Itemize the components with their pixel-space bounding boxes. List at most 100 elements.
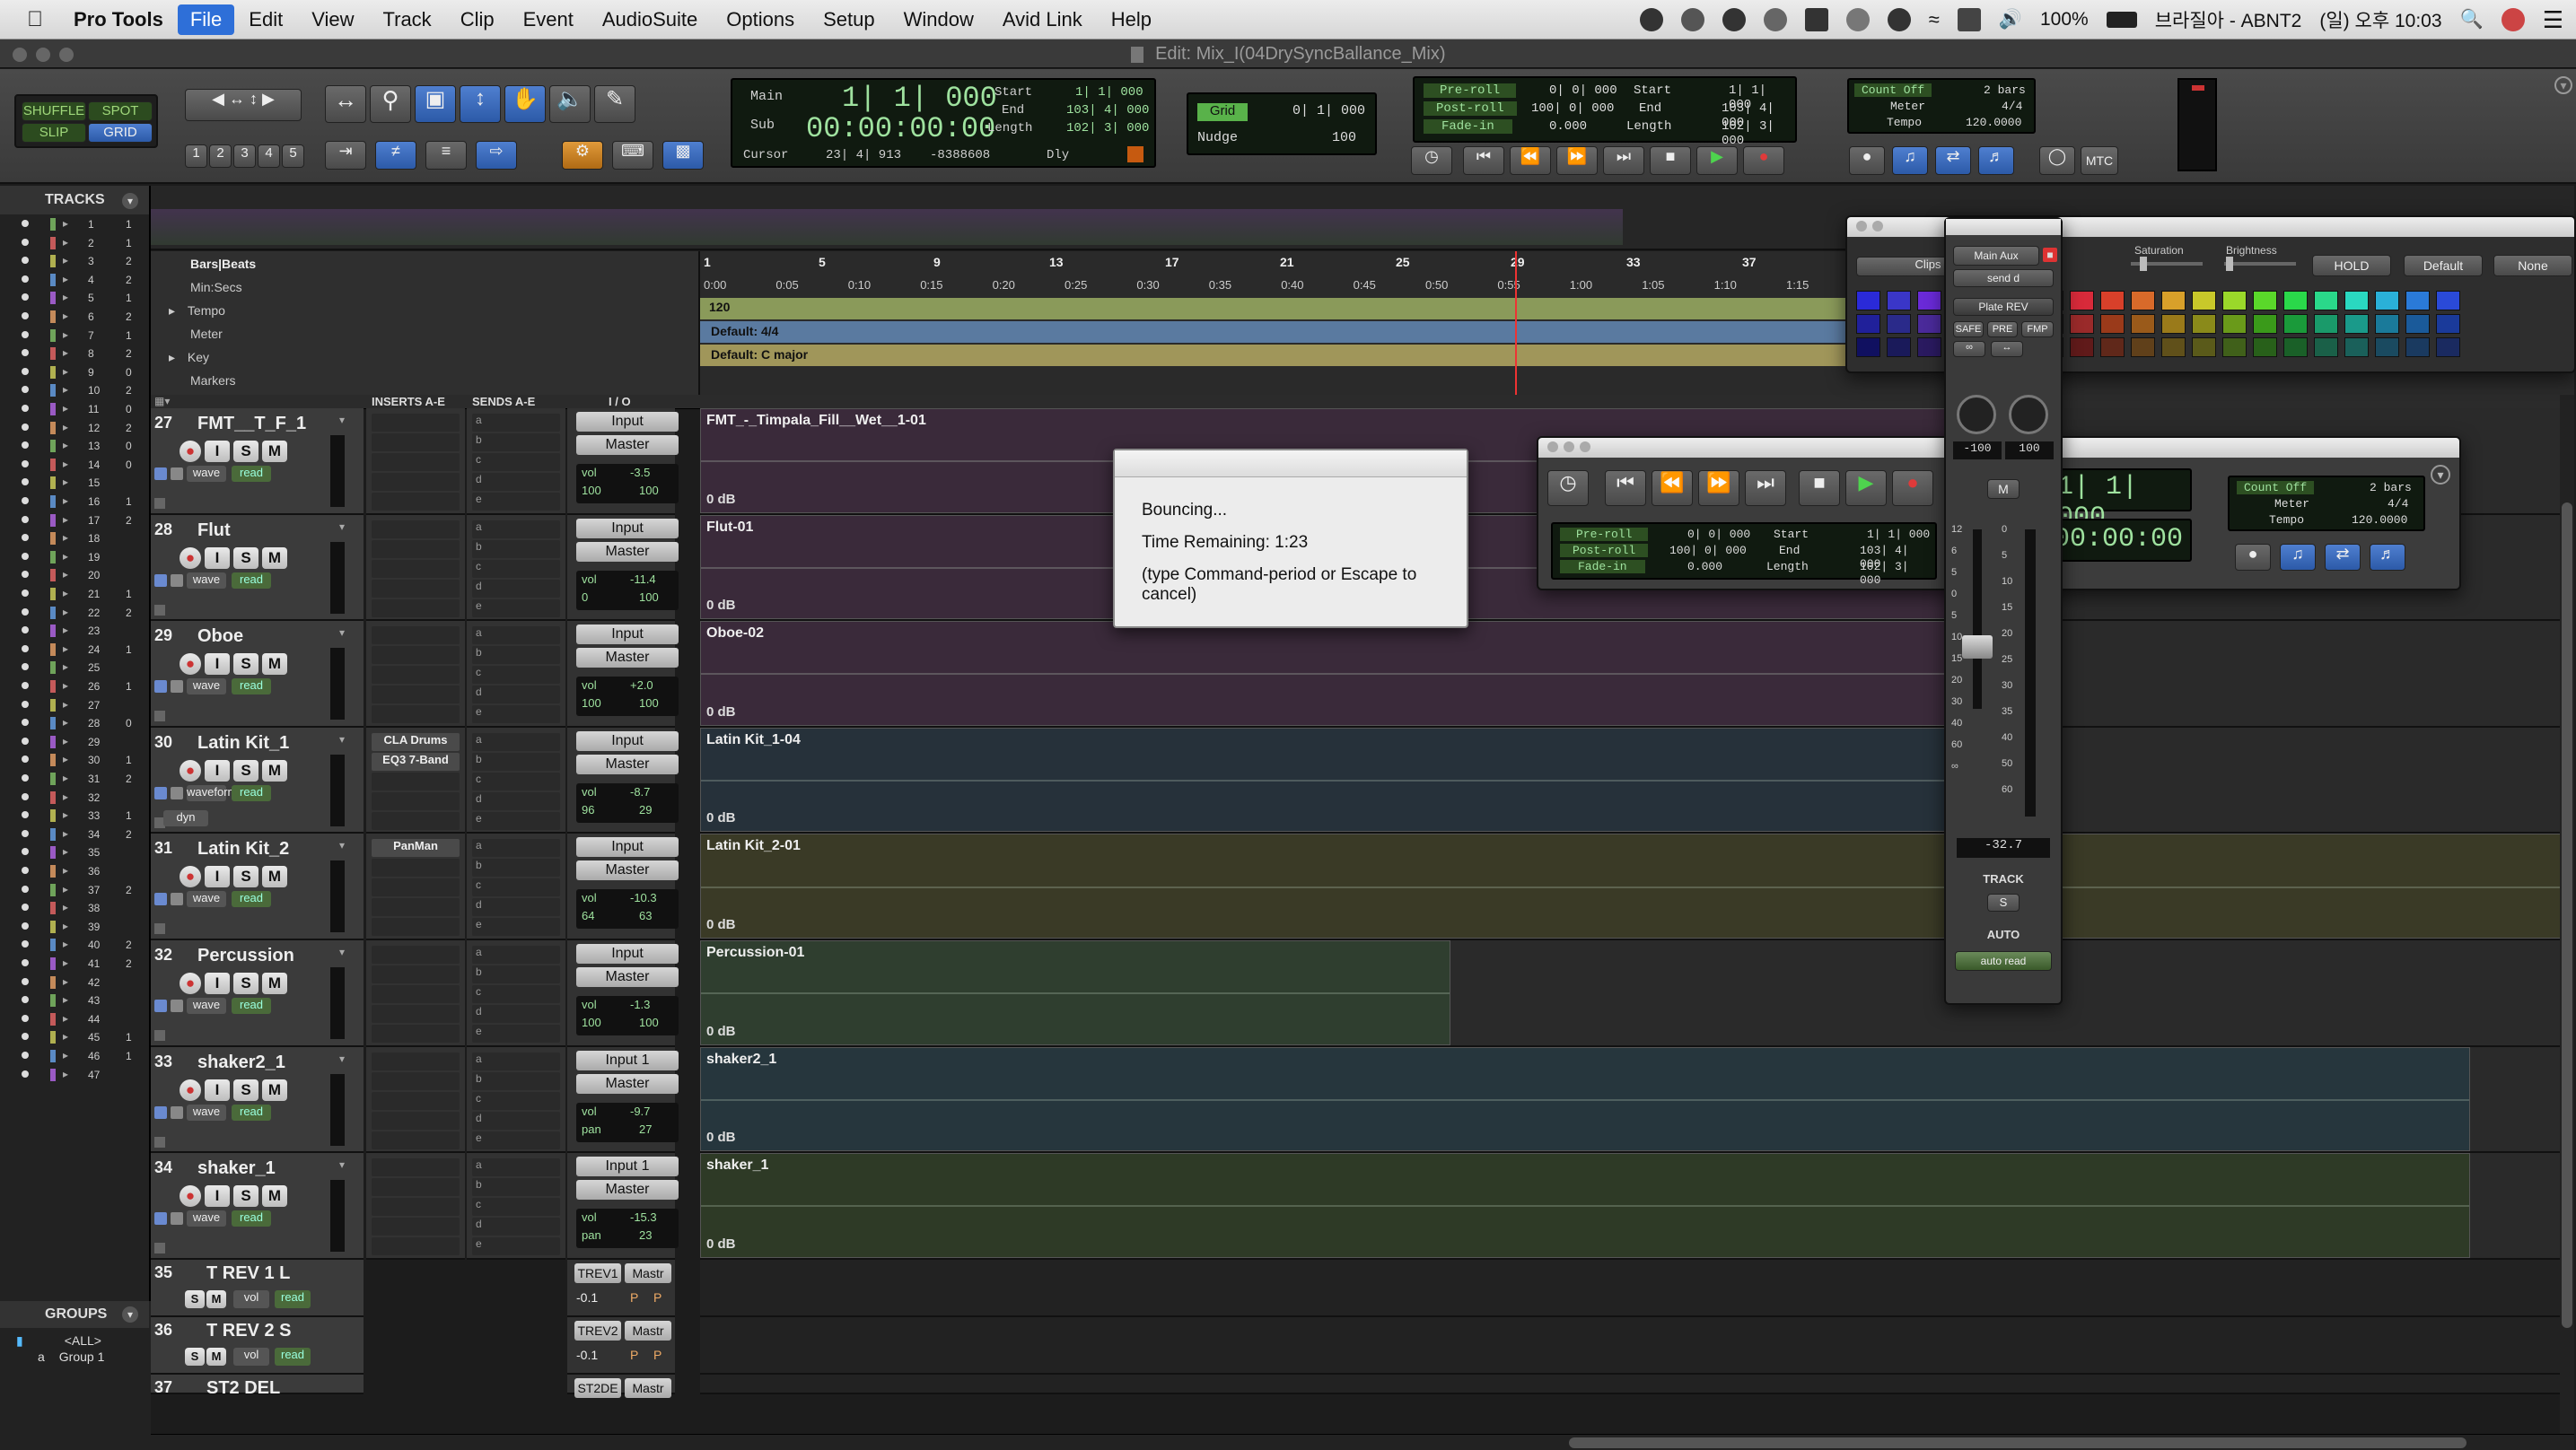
send-slot[interactable]: d (472, 791, 560, 810)
track-expand-icon[interactable]: ▸ (63, 291, 68, 303)
menu-audiosuite[interactable]: AudioSuite (588, 8, 712, 31)
color-swatch[interactable] (1887, 314, 1911, 334)
send-slot[interactable]: e (472, 1237, 560, 1256)
track-list-item[interactable]: ▸ 21 1 (0, 587, 149, 601)
magnifier-tool-icon[interactable]: ⚲ (370, 85, 411, 123)
track-name[interactable]: Latin Kit_2 (197, 839, 332, 860)
track-expand-icon[interactable]: ▸ (63, 365, 68, 378)
track-list-item[interactable]: ▸ 27 (0, 698, 149, 712)
color-swatch[interactable] (2222, 291, 2247, 310)
track-visible-dot[interactable] (22, 700, 29, 708)
playlist-icon[interactable] (154, 893, 167, 906)
track-visible-dot[interactable] (22, 386, 29, 394)
send-mute-button[interactable]: M (1987, 479, 2020, 499)
solo-button[interactable]: S (233, 1079, 258, 1101)
track-list-item[interactable]: ▸ 17 2 (0, 513, 149, 528)
track-visible-dot[interactable] (22, 478, 29, 486)
clip-gain[interactable]: 0 dB (706, 1130, 736, 1145)
output-selector[interactable]: Master (576, 1180, 679, 1201)
track-view-selector[interactable]: wave (187, 1104, 226, 1121)
track-view-settings-icon[interactable] (171, 786, 183, 799)
color-swatch[interactable] (2161, 291, 2186, 310)
track-expand-icon[interactable]: ▸ (63, 753, 68, 765)
record-enable-icon[interactable]: ● (180, 973, 201, 994)
aux-pan-p2[interactable]: P (653, 1290, 662, 1305)
stop-icon[interactable]: ■ (1650, 146, 1691, 175)
track-visible-dot[interactable] (22, 719, 29, 727)
send-slot[interactable]: c (472, 559, 560, 578)
float-record-icon[interactable]: ● (1892, 470, 1933, 506)
insert-slot[interactable] (372, 433, 460, 451)
color-swatch[interactable] (2314, 291, 2338, 310)
color-swatch[interactable] (2100, 337, 2125, 357)
send-slot[interactable]: e (472, 1025, 560, 1043)
battery-icon[interactable] (2106, 12, 2137, 28)
zoom-out-icon[interactable]: ◀ (212, 90, 224, 108)
send-slot[interactable]: d (472, 898, 560, 917)
length-value[interactable]: 102| 3| 000 (1066, 121, 1149, 135)
track-visible-dot[interactable] (22, 459, 29, 467)
return-to-zero-icon[interactable]: ⏮ (1463, 146, 1504, 175)
aux-volume-value[interactable]: -0.1 (576, 1348, 598, 1362)
postroll-label[interactable]: Post-roll (1424, 101, 1517, 116)
float-midi-merge-icon[interactable]: ⇄ (2325, 544, 2361, 571)
output-selector[interactable]: Master (576, 648, 679, 668)
track-expand-icon[interactable]: ▸ (63, 568, 68, 581)
automation-mode[interactable]: read (232, 784, 271, 801)
color-swatch[interactable] (2436, 314, 2460, 334)
track-list-item[interactable]: ▸ 36 (0, 864, 149, 878)
track-menu-icon[interactable]: ▾ (339, 946, 345, 958)
input-selector[interactable]: Input (576, 944, 679, 964)
track-list-item[interactable]: ▸ 11 0 (0, 402, 149, 416)
insert-slot[interactable] (372, 626, 460, 645)
float-stop-icon[interactable]: ■ (1799, 470, 1840, 506)
insert-slot[interactable]: CLA Drums (372, 732, 460, 751)
aux-input-selector[interactable]: TREV2 (574, 1320, 621, 1341)
track-list-item[interactable]: ▸ 32 (0, 791, 149, 805)
postroll-value[interactable]: 100| 0| 000 (1531, 101, 1614, 116)
input-selector[interactable]: Input (576, 518, 679, 538)
track-list-item[interactable]: ▸ 40 2 (0, 938, 149, 952)
color-swatch[interactable] (2314, 314, 2338, 334)
automation-mode[interactable]: read (232, 572, 271, 589)
aux-output-selector[interactable]: Mastr (625, 1377, 671, 1398)
slip-mode-button[interactable]: SLIP (22, 123, 86, 143)
key-ruler-label[interactable]: ▸ Key (169, 350, 209, 365)
input-monitor-button[interactable]: I (205, 546, 230, 569)
track-expand-icon[interactable]: ▸ (63, 439, 68, 451)
insert-slot[interactable] (372, 1005, 460, 1023)
send-slot[interactable]: a (472, 732, 560, 751)
insert-slot[interactable]: PanMan (372, 839, 460, 858)
solo-button[interactable]: S (233, 441, 258, 462)
aux-input-selector[interactable]: TREV1 (574, 1262, 621, 1283)
insert-slot[interactable] (372, 646, 460, 665)
send-pan-right-value[interactable]: 100 (2005, 441, 2054, 459)
aux-view-selector[interactable]: vol (233, 1347, 269, 1366)
track-list-item[interactable]: ▸ 22 2 (0, 606, 149, 620)
send-output-selector[interactable]: Plate REV (1953, 298, 2054, 316)
volume-value[interactable]: -8.7 (630, 785, 650, 799)
float-rtz-icon[interactable]: ⏮ (1605, 470, 1646, 506)
track-list-item[interactable]: ▸ 2 1 (0, 236, 149, 250)
pan-right-value[interactable]: 100 (639, 1016, 659, 1029)
track-expand-icon[interactable]: ▸ (63, 531, 68, 544)
mtc-button[interactable]: MTC (2081, 146, 2118, 175)
insert-slot[interactable] (372, 1178, 460, 1197)
send-pan-left-value[interactable]: -100 (1953, 441, 2002, 459)
transport-close-button[interactable] (1547, 441, 1558, 452)
input-source[interactable]: 브라질아 - ABNT2 (2155, 6, 2302, 33)
track-visible-dot[interactable] (22, 644, 29, 652)
send-slot[interactable]: a (472, 1158, 560, 1177)
float-play-icon[interactable]: ▶ (1845, 470, 1887, 506)
color-swatch[interactable] (2283, 337, 2308, 357)
track-visible-dot[interactable] (22, 293, 29, 301)
aux-pan-p2[interactable]: P (653, 1348, 662, 1362)
track-expand-icon[interactable]: ▸ (63, 513, 68, 526)
float-conductor-icon[interactable]: ♬ (2370, 544, 2405, 571)
track-list-item[interactable]: ▸ 1 1 (0, 217, 149, 231)
output-selector[interactable]: Master (576, 1073, 679, 1094)
grid-status-icon[interactable] (1722, 8, 1746, 31)
record-enable-icon[interactable]: ● (180, 653, 201, 676)
input-selector[interactable]: Input (576, 730, 679, 751)
nudge-label[interactable]: Nudge (1197, 130, 1238, 145)
